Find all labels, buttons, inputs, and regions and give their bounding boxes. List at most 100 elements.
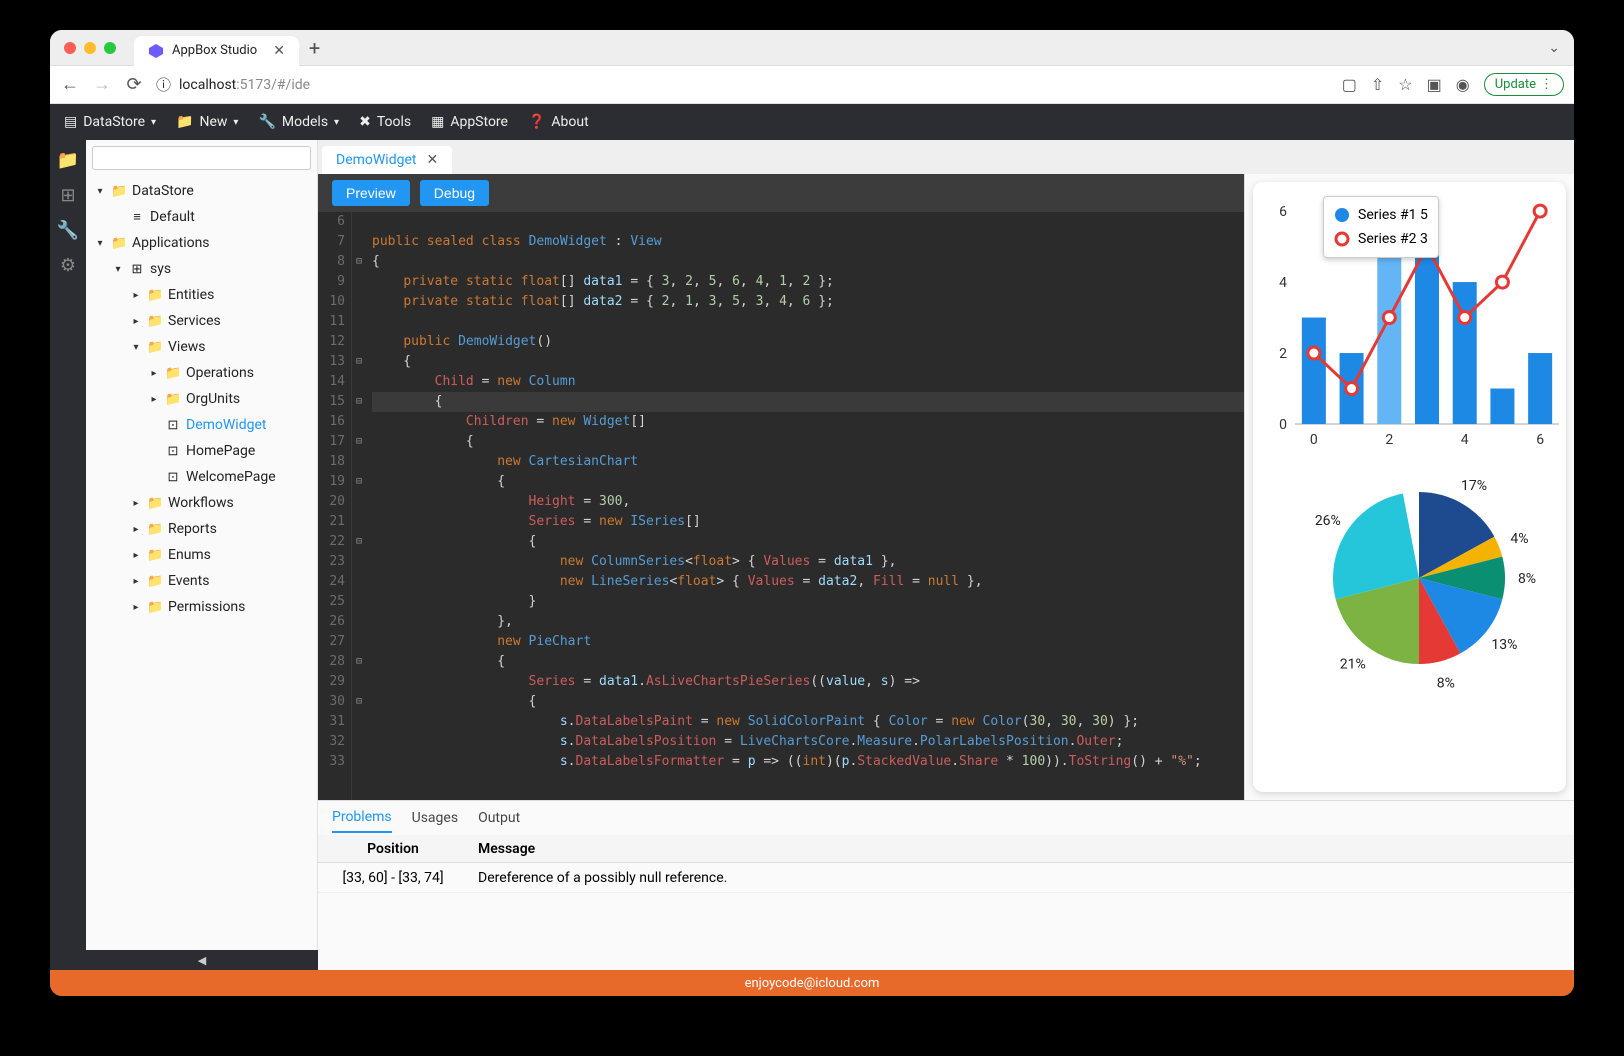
close-tab-icon[interactable]: ✕ <box>273 43 285 59</box>
graph-icon[interactable]: ⊞ <box>60 185 75 206</box>
site-info-icon[interactable]: ⓘ <box>156 74 171 95</box>
chevron-down-icon: ▾ <box>151 117 156 128</box>
apps-icon: ⊞ <box>129 262 145 277</box>
settings-icon[interactable]: ⚙ <box>60 255 76 276</box>
profile-icon[interactable]: ◉ <box>1456 75 1470 94</box>
preview-button[interactable]: Preview <box>332 180 410 206</box>
tree-label: WelcomePage <box>186 469 311 485</box>
chart-legend: Series #1 5Series #2 3 <box>1323 196 1439 258</box>
tab-strip: AppBox Studio ✕ + <box>134 33 320 63</box>
caret-icon: ▸ <box>130 290 142 301</box>
bottom-tabs: Problems Usages Output <box>318 801 1574 835</box>
tree-label: Operations <box>186 365 311 381</box>
collapse-sidebar-button[interactable]: ◀ <box>86 950 318 970</box>
svg-text:0: 0 <box>1279 417 1287 433</box>
col-position-header: Position <box>318 841 468 857</box>
back-button[interactable]: ← <box>60 74 80 95</box>
extensions-icon[interactable]: ▣ <box>1427 75 1442 94</box>
folder-icon: 📁 <box>165 366 181 381</box>
tree-label: Workflows <box>168 495 311 511</box>
tree-label: Default <box>150 209 311 225</box>
folder-icon: 📁 <box>176 114 193 130</box>
close-file-icon[interactable]: ✕ <box>426 152 438 168</box>
cell-message: Dereference of a possibly null reference… <box>468 870 1574 886</box>
url-bar: ← → ⟳ ⓘ localhost:5173/#/ide ▢ ⇧ ☆ ▣ ◉ U… <box>50 66 1574 104</box>
menu-label: New <box>199 114 227 130</box>
tree-node-sys[interactable]: ▾⊞sys <box>86 256 317 282</box>
menu-tools[interactable]: ✖Tools <box>359 114 411 130</box>
maximize-window[interactable] <box>104 42 116 54</box>
code-editor[interactable]: 6789101112131415161718192021222324252627… <box>318 212 1244 800</box>
tree-node-applications[interactable]: ▾📁Applications <box>86 230 317 256</box>
tree-node-views[interactable]: ▾📁Views <box>86 334 317 360</box>
table-row[interactable]: [33, 60] - [33, 74]Dereference of a poss… <box>318 863 1574 893</box>
caret-icon: ▸ <box>130 524 142 535</box>
folder-icon: 📁 <box>147 340 163 355</box>
cell-position: [33, 60] - [33, 74] <box>318 870 468 886</box>
new-tab-button[interactable]: + <box>309 36 320 60</box>
tree-node-entities[interactable]: ▸📁Entities <box>86 282 317 308</box>
menu-label: About <box>551 114 588 130</box>
url-path: /#/ide <box>271 77 310 93</box>
menu-about[interactable]: ❓ About <box>528 114 589 130</box>
tree-label: HomePage <box>186 443 311 459</box>
menu-appstore[interactable]: ▦AppStore <box>431 114 508 130</box>
tabs-dropdown-icon[interactable]: ⌄ <box>1548 40 1560 56</box>
main-area: 📁 ⊞ 🔧 ⚙ ▾📁DataStore≡Default▾📁Application… <box>50 140 1574 970</box>
menubar: ▤DataStore▾ 📁 New ▾ 🔧Models▾ ✖Tools ▦AppStore ❓… <box>50 104 1574 140</box>
window-controls <box>64 42 116 54</box>
file-tab[interactable]: DemoWidget ✕ <box>322 146 452 174</box>
tree-node-demowidget[interactable]: ⊡DemoWidget <box>86 412 317 438</box>
forward-button[interactable]: → <box>92 74 112 95</box>
explorer-icon[interactable]: 📁 <box>57 150 79 171</box>
footer: enjoycode@icloud.com <box>50 970 1574 996</box>
caret-icon: ▾ <box>112 264 124 275</box>
tree-node-reports[interactable]: ▸📁Reports <box>86 516 317 542</box>
tools-icon: ✖ <box>359 114 371 130</box>
chevron-down-icon: ▾ <box>233 117 238 128</box>
tree-node-workflows[interactable]: ▸📁Workflows <box>86 490 317 516</box>
install-icon[interactable]: ▢ <box>1342 75 1357 94</box>
tree-label: Enums <box>168 547 311 563</box>
tab-problems[interactable]: Problems <box>332 803 392 833</box>
tree-node-enums[interactable]: ▸📁Enums <box>86 542 317 568</box>
legend-item: Series #1 5 <box>1334 203 1428 227</box>
tree-node-default[interactable]: ≡Default <box>86 204 317 230</box>
menu-new[interactable]: 📁 New ▾ <box>176 114 238 130</box>
search-input[interactable] <box>92 146 311 170</box>
tree-label: OrgUnits <box>186 391 311 407</box>
minimize-window[interactable] <box>84 42 96 54</box>
svg-text:26%: 26% <box>1315 513 1341 529</box>
tree-node-services[interactable]: ▸📁Services <box>86 308 317 334</box>
browser-tab[interactable]: AppBox Studio ✕ <box>134 36 299 66</box>
tab-usages[interactable]: Usages <box>412 804 458 832</box>
preview-panel: 0246024617%4%8%13%8%21%26% Series #1 5Se… <box>1244 174 1574 800</box>
file-tabs: DemoWidget ✕ <box>318 140 1574 174</box>
tree-node-events[interactable]: ▸📁Events <box>86 568 317 594</box>
tree-node-homepage[interactable]: ⊡HomePage <box>86 438 317 464</box>
menu-datastore[interactable]: ▤DataStore▾ <box>64 114 156 130</box>
datastore-icon: ▤ <box>64 114 77 130</box>
tab-output[interactable]: Output <box>478 804 520 832</box>
question-icon: ❓ <box>528 114 545 130</box>
folder-icon: 📁 <box>147 548 163 563</box>
svg-text:6: 6 <box>1279 204 1287 220</box>
editor-action-row: Preview Debug <box>318 174 1244 212</box>
update-button[interactable]: Update⋮ <box>1484 73 1564 96</box>
debug-button[interactable]: Debug <box>420 180 489 206</box>
menu-models[interactable]: 🔧Models▾ <box>258 114 339 130</box>
editor-panel: Preview Debug 67891011121314151617181920… <box>318 174 1244 800</box>
share-icon[interactable]: ⇧ <box>1371 75 1384 94</box>
reload-button[interactable]: ⟳ <box>124 74 144 95</box>
tree-node-operations[interactable]: ▸📁Operations <box>86 360 317 386</box>
tree-node-orgunits[interactable]: ▸📁OrgUnits <box>86 386 317 412</box>
titlebar: AppBox Studio ✕ + ⌄ <box>50 30 1574 66</box>
tree-node-datastore[interactable]: ▾📁DataStore <box>86 178 317 204</box>
tree-node-permissions[interactable]: ▸📁Permissions <box>86 594 317 620</box>
bookmark-icon[interactable]: ☆ <box>1398 75 1412 94</box>
close-window[interactable] <box>64 42 76 54</box>
tree-node-welcomepage[interactable]: ⊡WelcomePage <box>86 464 317 490</box>
wrench-icon[interactable]: 🔧 <box>57 220 79 241</box>
toolbar-right: ▢ ⇧ ☆ ▣ ◉ Update⋮ <box>1342 73 1564 96</box>
address-field[interactable]: ⓘ localhost:5173/#/ide <box>156 74 1330 95</box>
